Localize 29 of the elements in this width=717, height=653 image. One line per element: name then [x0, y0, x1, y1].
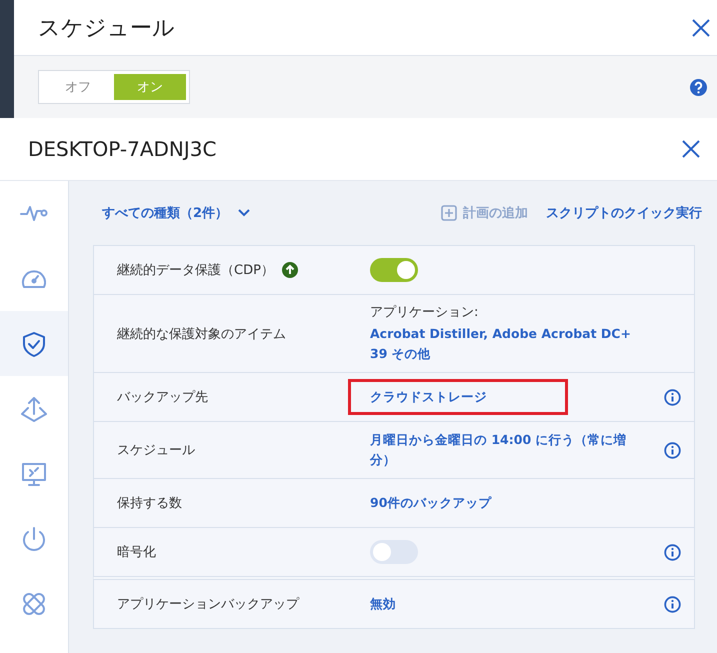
chevron-down-icon [238, 209, 250, 217]
value-link[interactable]: 月曜日から金曜日の 14:00 に行う（常に増分） [370, 430, 650, 470]
info-icon[interactable] [664, 544, 680, 560]
filter-dropdown[interactable]: すべての種類（2件） [93, 204, 250, 222]
row-label: 暗号化 [117, 544, 156, 561]
value-link[interactable]: 無効 [370, 594, 650, 614]
row-label: 継続的な保護対象のアイテム [117, 326, 286, 342]
info-icon[interactable] [664, 388, 680, 406]
close-icon[interactable] [691, 18, 711, 38]
row-label: バックアップ先 [117, 389, 208, 406]
row-label: アプリケーションバックアップ [117, 596, 299, 613]
plus-icon [441, 205, 457, 221]
info-icon[interactable] [664, 442, 680, 458]
toggle-switch[interactable] [370, 540, 418, 564]
row-label: 継続的データ保護（CDP） [117, 262, 274, 279]
items-caption: アプリケーション: [370, 304, 480, 321]
toggle-switch[interactable] [370, 258, 418, 282]
info-icon[interactable] [664, 596, 680, 612]
quick-script-link[interactable]: スクリプトのクイック実行 [546, 204, 702, 222]
row-label: スケジュール [117, 442, 195, 459]
close-icon[interactable] [681, 139, 701, 159]
items-link[interactable]: Acrobat Distiller, Adobe Acrobat DC+ 39 その他 [370, 324, 650, 364]
help-icon[interactable] [690, 78, 707, 96]
row-label: 保持する数 [117, 495, 182, 512]
value-link[interactable]: クラウドストレージ [370, 387, 650, 407]
panel-title: DESKTOP-7ADNJ3C [28, 137, 216, 161]
value-link[interactable]: 90件のバックアップ [370, 493, 650, 513]
dialog-title: スケジュール [38, 14, 175, 42]
on-off-switch[interactable]: オフ オン [38, 70, 190, 104]
